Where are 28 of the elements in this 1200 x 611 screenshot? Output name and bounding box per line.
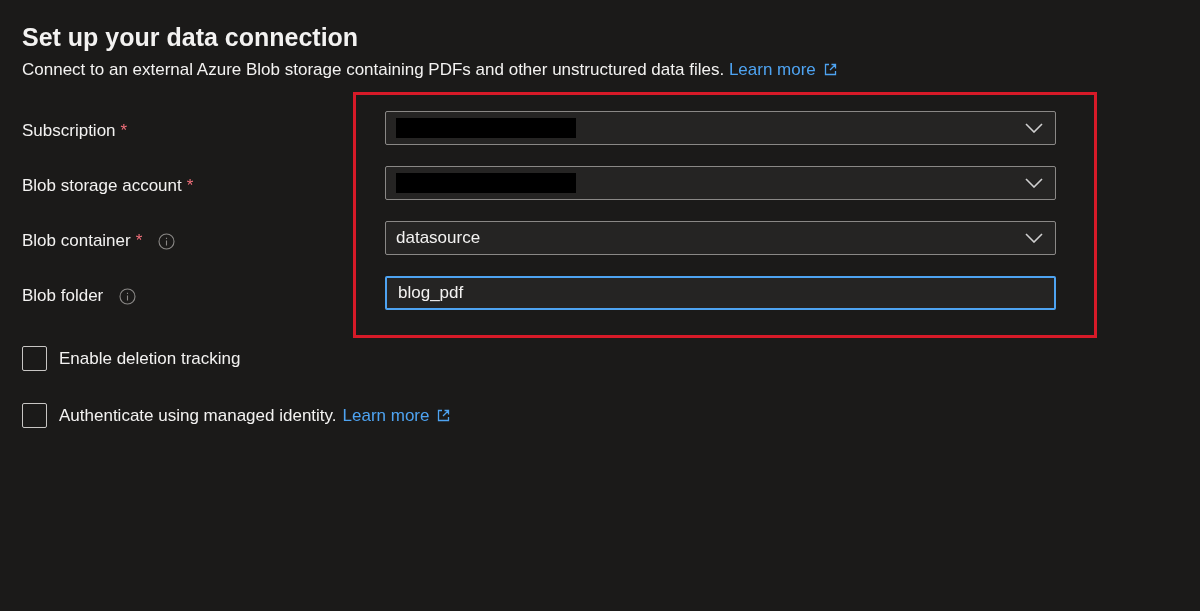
input-field[interactable]: blog_pdf [385,276,1056,310]
checkbox[interactable] [22,402,47,428]
learn-more-link[interactable]: Learn more [342,402,451,428]
dropdown-field[interactable]: datasource [385,221,1056,255]
chevron-down-icon [1025,233,1043,243]
description-text: Connect to an external Azure Blob storage containing PDFs and other unstructured data files. Learn more [22,58,1200,82]
field-label: Blob folder [22,285,104,308]
external-link-icon [437,408,451,422]
checkbox-label: Enable deletion tracking [59,348,241,370]
chevron-down-icon [1025,178,1043,188]
required-asterisk: * [120,120,128,143]
required-asterisk: * [135,230,143,253]
info-icon[interactable] [119,287,137,305]
field-value: datasource [396,227,481,250]
dropdown-field[interactable] [385,166,1056,200]
dropdown-field[interactable] [385,111,1056,145]
page-title: Set up your data connection [22,22,360,52]
checkbox-label: Authenticate using managed identity. [59,404,337,427]
chevron-down-icon [1025,123,1043,133]
info-icon[interactable] [158,232,176,250]
learn-more-link[interactable]: Learn more [728,60,837,79]
field-value: blog_pdf [398,282,464,305]
field-label: Blob storage account [22,175,182,198]
checkbox[interactable] [22,346,47,372]
external-link-icon [823,63,837,76]
required-asterisk: * [186,175,194,198]
field-label: Subscription [22,120,116,143]
field-label: Blob container [22,230,131,253]
